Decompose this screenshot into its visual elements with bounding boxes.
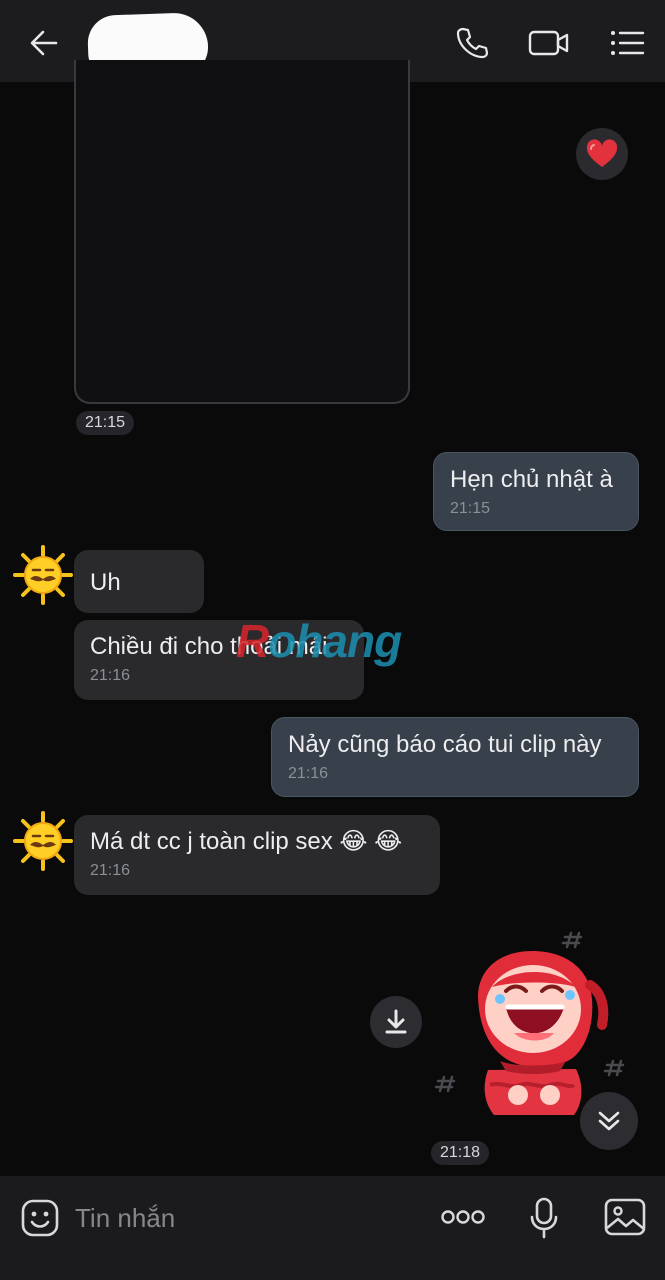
back-button[interactable] — [22, 21, 66, 65]
message-time: 21:15 — [450, 500, 491, 517]
contact-avatar[interactable] — [12, 810, 74, 872]
incoming-message[interactable]: Chiều đi cho thoải mái 21:16 — [74, 620, 364, 700]
contact-avatar[interactable] — [12, 544, 74, 606]
image-icon — [604, 1198, 646, 1236]
microphone-icon — [530, 1197, 558, 1239]
voice-message-button[interactable] — [526, 1194, 562, 1242]
message-text: Chiều đi cho thoải mái — [90, 633, 328, 660]
emoji-button[interactable] — [18, 1196, 62, 1240]
gallery-button[interactable] — [602, 1194, 648, 1240]
media-message-card[interactable] — [74, 60, 410, 404]
message-time: 21:16 — [288, 765, 329, 782]
menu-button[interactable] — [605, 21, 649, 65]
message-text: Nảy cũng báo cáo tui clip này — [288, 731, 602, 758]
arrow-left-icon — [30, 30, 58, 56]
incoming-message[interactable]: Má dt cc j toàn clip sex 😂 😂 21:16 — [74, 815, 440, 895]
download-icon — [385, 1009, 407, 1034]
video-call-button[interactable] — [527, 21, 571, 65]
emoji-icon — [21, 1199, 59, 1237]
message-time: 21:16 — [90, 667, 131, 684]
reaction-button[interactable] — [576, 128, 628, 180]
outgoing-message[interactable]: Hẹn chủ nhật à 21:15 — [433, 452, 639, 531]
heart-icon — [586, 139, 618, 167]
call-button[interactable] — [450, 21, 494, 65]
more-options-button[interactable] — [440, 1202, 486, 1232]
message-composer: Tin nhắn — [0, 1176, 665, 1280]
message-text: Uh — [90, 569, 121, 596]
message-input[interactable]: Tin nhắn — [75, 1202, 175, 1234]
double-chevron-down-icon — [598, 1111, 620, 1131]
more-dots-icon — [441, 1210, 485, 1224]
message-text: Má dt cc j toàn clip sex 😂 😂 — [90, 828, 403, 855]
message-text: Hẹn chủ nhật à — [450, 466, 613, 493]
message-time: 21:16 — [90, 862, 131, 879]
message-timestamp: 21:15 — [76, 411, 135, 435]
message-timestamp: 21:18 — [431, 1141, 490, 1165]
outgoing-message[interactable]: Nảy cũng báo cáo tui clip này 21:16 — [271, 717, 639, 797]
phone-icon — [456, 27, 489, 59]
download-sticker-button[interactable] — [370, 996, 422, 1048]
list-menu-icon — [611, 31, 645, 55]
scroll-to-bottom-button[interactable] — [580, 1092, 638, 1150]
video-camera-icon — [528, 30, 569, 56]
incoming-message[interactable]: Uh — [74, 550, 204, 613]
